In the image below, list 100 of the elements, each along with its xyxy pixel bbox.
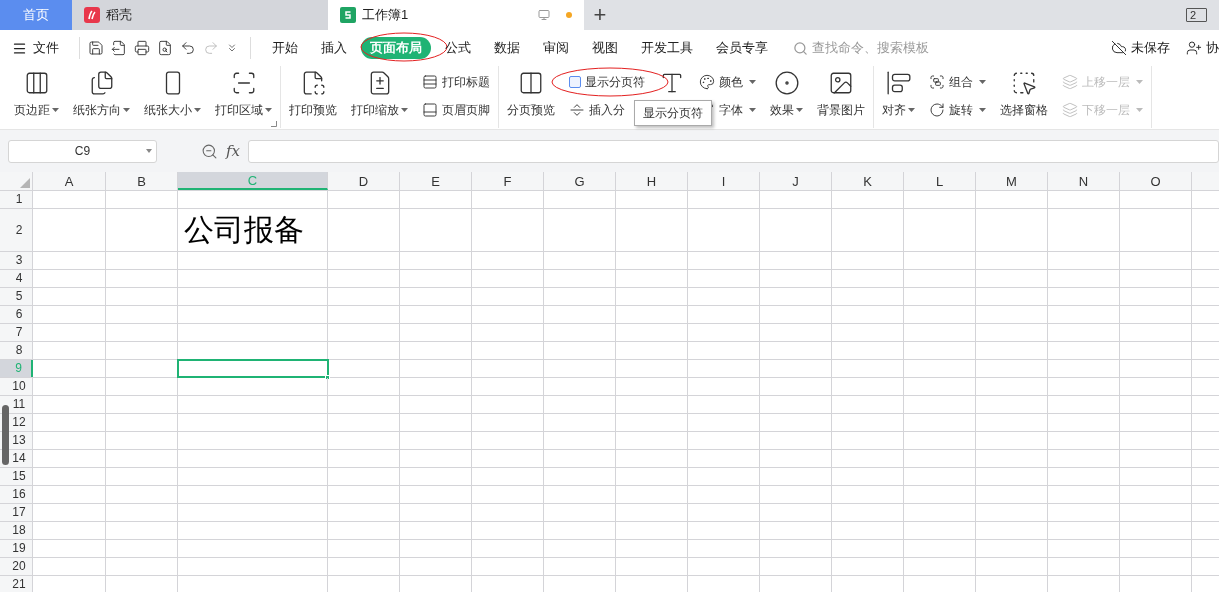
ribbon-button[interactable]: 打印缩放 [347,66,412,126]
ribbon-button[interactable]: 旋转 [925,98,990,122]
caret-icon [1136,108,1143,112]
column-header[interactable]: A [33,172,106,190]
caret-icon [979,80,986,84]
tab-label: 稻壳 [106,6,132,25]
row-header[interactable]: 4 [15,272,23,285]
column-header[interactable]: M [976,172,1048,190]
save-icon[interactable] [88,40,104,56]
row-header[interactable]: 7 [15,326,23,339]
ribbon-button[interactable]: 打印标题 [418,70,494,94]
document-tab[interactable]: 稻壳 [72,0,328,30]
cloud-icon [1111,40,1127,56]
ribbon-button[interactable]: 打印预览 [285,66,341,126]
window-count-badge[interactable]: 2 [1185,8,1207,22]
rows-icon [422,74,438,90]
caret-icon [146,149,152,153]
ribbon-button[interactable]: 效果 [766,66,807,126]
caret-icon [749,80,756,84]
ribbon-button[interactable]: 组合 [925,70,990,94]
caret-icon [796,108,803,112]
caret-icon [979,108,986,112]
name-box[interactable]: C9 [8,139,157,163]
function-label[interactable]: fx [226,139,240,163]
new-tab-button[interactable]: + [584,0,616,30]
ribbon-tab[interactable]: 审阅 [534,37,578,59]
document-tab[interactable]: 工作簿1 [328,0,584,30]
menu-icon [12,40,27,56]
file-menu[interactable]: 文件 [12,38,71,58]
ribbon-tab[interactable]: 会员专享 [707,37,777,59]
caret-icon [265,108,272,112]
ribbon-tab[interactable]: 公式 [436,37,480,59]
layers-icon [1062,102,1078,118]
caret-icon [401,108,408,112]
separator-icon [569,102,585,118]
tab-label: 首页 [23,6,49,25]
search-icon [793,40,808,56]
ribbon-button[interactable]: 纸张方向 [69,66,134,126]
ribbon-button[interactable]: 对齐 [878,66,919,126]
dialog-launcher-icon[interactable] [271,121,277,127]
collaborate-button[interactable]: 协 [1186,38,1219,58]
ribbon-tab[interactable]: 开发工具 [632,37,702,59]
rotate-icon [929,102,945,118]
ribbon-tab[interactable]: 视图 [583,37,627,59]
caret-icon [749,108,756,112]
column-header[interactable]: E [400,172,472,190]
ribbon-button[interactable]: 选择窗格 [996,66,1052,126]
ribbon-tab[interactable]: 开始 [263,37,307,59]
column-header[interactable]: N [1048,172,1120,190]
ribbon-button[interactable]: 页眉页脚 [418,98,494,122]
column-header[interactable]: H [616,172,688,190]
ribbon-button[interactable]: 纸张大小 [140,66,205,126]
ribbon-button[interactable]: 页边距 [10,66,63,126]
column-header[interactable]: O [1120,172,1192,190]
save-status-button[interactable]: 未保存 [1111,38,1170,58]
row-header[interactable]: 1 [15,193,23,206]
fill-handle[interactable] [325,375,330,380]
align-icon [885,70,912,96]
column-header[interactable]: G [544,172,616,190]
column-header[interactable]: F [472,172,544,190]
palette-icon [699,74,715,90]
layers-icon [1062,74,1078,90]
more-icon[interactable] [226,42,238,54]
ribbon-tab[interactable]: 数据 [485,37,529,59]
caret-icon [1136,80,1143,84]
preview-icon[interactable] [157,40,173,56]
row-header[interactable]: 6 [15,308,23,321]
image-icon [828,70,854,96]
spreadsheet-logo-icon [340,7,356,23]
circle-icon [773,70,800,96]
ribbon-button[interactable]: 打印区域 [211,66,276,126]
monitor-icon [538,9,550,21]
tab-label: 工作簿1 [362,6,409,25]
scrollbar-thumb[interactable] [2,405,9,465]
zoom-icon[interactable] [201,142,218,160]
export-icon[interactable] [111,40,127,56]
ribbon-button[interactable]: 颜色 [695,70,760,94]
selection-icon [1011,70,1037,96]
column-header[interactable]: J [760,172,832,190]
column-header[interactable]: L [904,172,976,190]
ribbon-tab[interactable]: 插入 [312,37,356,59]
row-header[interactable]: 2 [15,223,23,237]
formula-input[interactable] [248,139,1219,163]
caret-icon [908,108,915,112]
checkbox-label: 显示分页符 [585,74,645,91]
caret-icon [123,108,130,112]
print-icon[interactable] [134,40,150,56]
ribbon-button[interactable]: 背景图片 [813,66,869,126]
footer-icon [422,102,438,118]
column-header[interactable]: D [328,172,400,190]
row-header[interactable]: 5 [15,290,23,303]
caret-icon [194,108,201,112]
group-icon [929,74,945,90]
column-header[interactable]: K [832,172,904,190]
row-header[interactable]: 8 [15,344,23,357]
cell-text: 公司报备 [183,212,305,248]
ribbon-button[interactable]: 分页预览 [503,66,559,126]
undo-icon[interactable] [180,40,196,56]
column-header[interactable]: I [688,172,760,190]
row-header[interactable]: 3 [15,254,23,267]
